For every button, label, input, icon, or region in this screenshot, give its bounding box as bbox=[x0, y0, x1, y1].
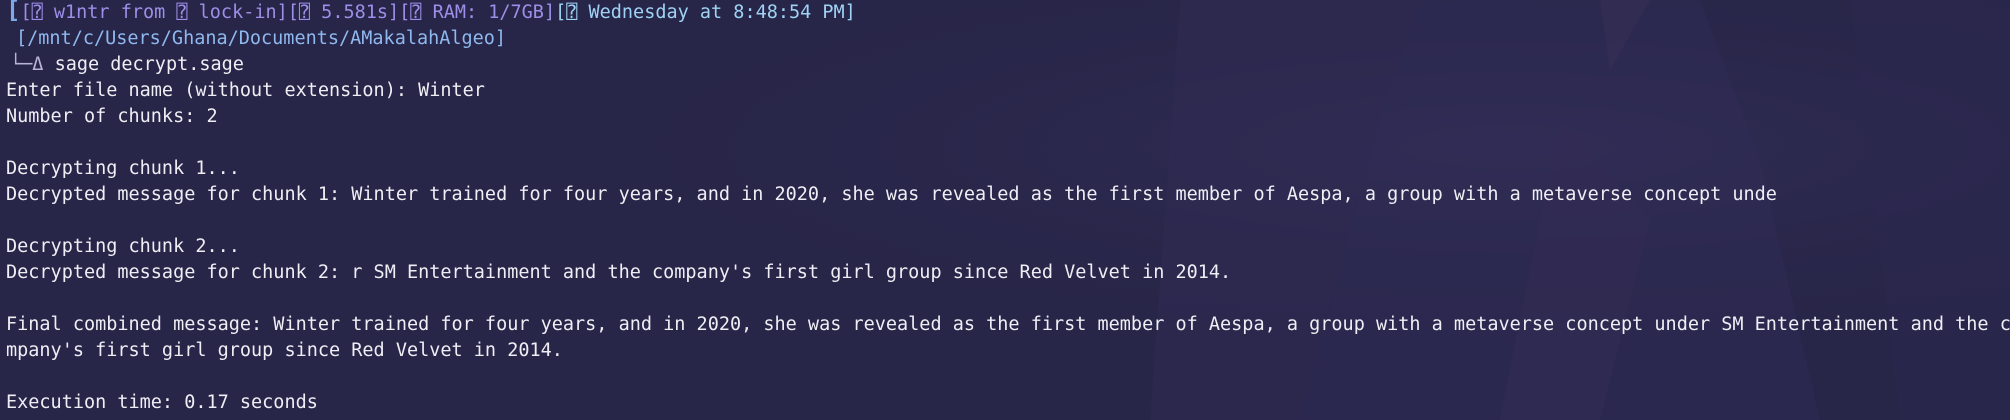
output-line: Final combined message: Winter trained f… bbox=[6, 314, 2010, 335]
output-line: Enter file name (without extension): Win… bbox=[6, 80, 485, 101]
prompt-user-segment: [⍰ w1ntr from ⍰ lock-in] bbox=[20, 2, 288, 23]
output-line: Decrypting chunk 2... bbox=[6, 236, 240, 257]
prompt-duration-segment: [⍰ 5.581s] bbox=[287, 2, 400, 23]
output-line: Execution time: 0.17 seconds bbox=[6, 392, 318, 413]
command-text: sage decrypt.sage bbox=[54, 54, 244, 75]
terminal-output[interactable]: [[⍰ w1ntr from ⍰ lock-in][⍰ 5.581s][⍰ RA… bbox=[6, 0, 2010, 416]
prompt-ram-segment: [⍰ RAM: 1/7GB] bbox=[399, 2, 556, 23]
prompt-arrow-icon: └─Δ bbox=[10, 54, 44, 75]
prompt-corner-glyph: [ bbox=[6, 0, 21, 24]
output-line: Number of chunks: 2 bbox=[6, 106, 218, 127]
prompt-command-line: └─Δ sage decrypt.sage bbox=[6, 52, 2010, 78]
output-line: Decrypting chunk 1... bbox=[6, 158, 240, 179]
output-line: Decrypted message for chunk 2: r SM Ente… bbox=[6, 262, 1232, 283]
output-line: Decrypted message for chunk 1: Winter tr… bbox=[6, 184, 1777, 205]
working-directory-path: [/mnt/c/Users/Ghana/Documents/AMakalahAl… bbox=[16, 28, 507, 49]
prompt-status-line: [[⍰ w1ntr from ⍰ lock-in][⍰ 5.581s][⍰ RA… bbox=[6, 0, 2010, 26]
prompt-date-segment: [⍰ Wednesday at 8:48:54 PM] bbox=[555, 2, 856, 23]
prompt-path-line: [/mnt/c/Users/Ghana/Documents/AMakalahAl… bbox=[6, 26, 2010, 52]
output-line: mpany's first girl group since Red Velve… bbox=[6, 340, 563, 361]
